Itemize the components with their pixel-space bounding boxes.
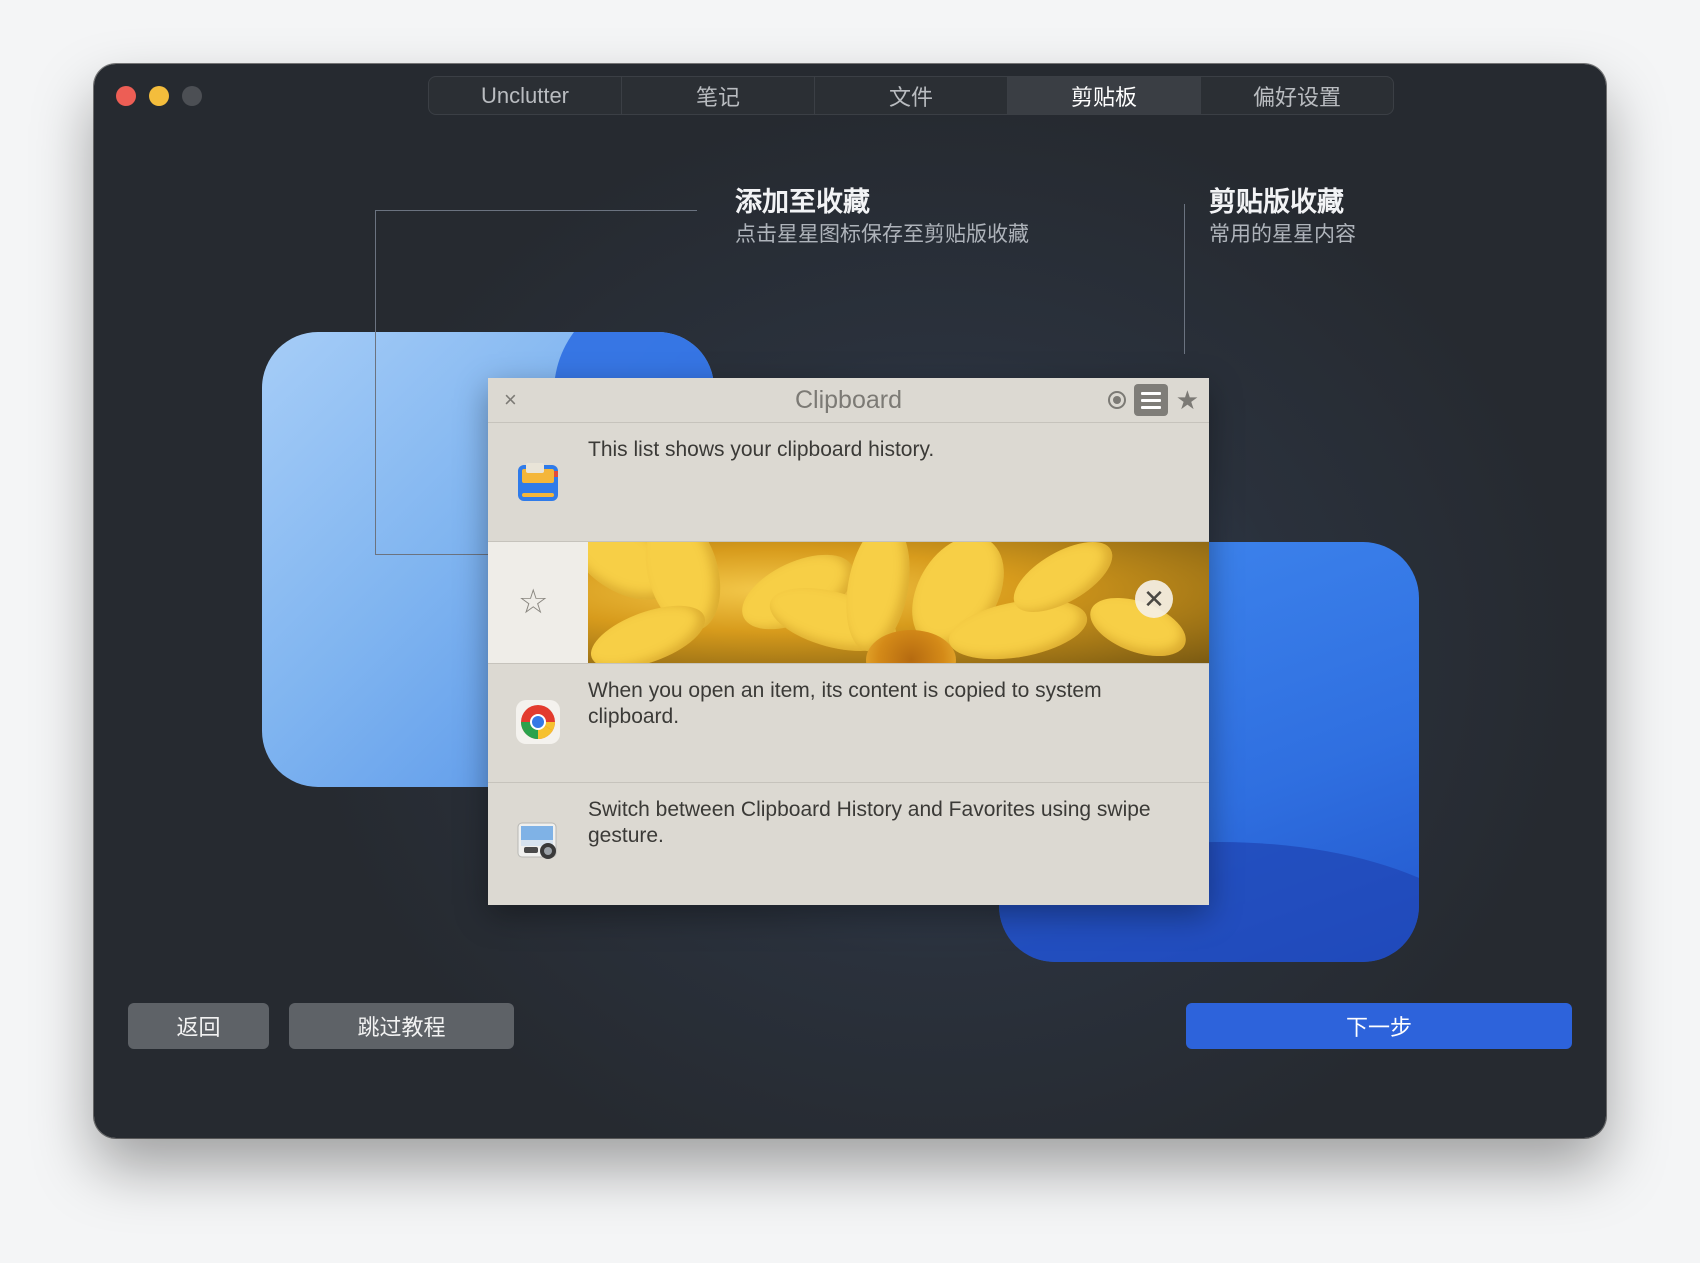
clipboard-header: × Clipboard ★ [488,378,1209,423]
list-item[interactable]: When you open an item, its content is co… [488,664,1209,783]
target-icon[interactable] [1107,391,1126,409]
tab-notes[interactable]: 笔记 [622,77,815,114]
callout-line-right [1184,204,1185,354]
clipboard-app-icon [518,463,558,501]
tab-unclutter[interactable]: Unclutter [429,77,622,114]
next-button[interactable]: 下一步 [1186,1003,1572,1049]
tab-bar: Unclutter 笔记 文件 剪贴板 偏好设置 [428,76,1394,115]
image-list-item[interactable]: ☆ ✕ [488,542,1209,664]
window-maximize-button[interactable] [182,86,202,106]
list-item[interactable]: Switch between Clipboard History and Fav… [488,783,1209,901]
callout-line-top [375,210,697,211]
window-close-button[interactable] [116,86,136,106]
favorites-add-subtitle: 点击星星图标保存至剪贴版收藏 [735,223,1029,246]
tab-files[interactable]: 文件 [815,77,1008,114]
list-item-text: When you open an item, its content is co… [588,679,1102,728]
clipboard-panel: × Clipboard ★ This list shows your clipb… [488,378,1209,905]
remove-item-icon[interactable]: ✕ [1135,580,1173,618]
clipboard-title: Clipboard [794,385,902,414]
back-button[interactable]: 返回 [128,1003,269,1049]
star-outline-icon[interactable]: ☆ [518,582,548,622]
flower-image [588,542,1209,663]
tab-preferences[interactable]: 偏好设置 [1201,77,1393,114]
list-item-text: Switch between Clipboard History and Fav… [588,798,1151,847]
favorites-add-title: 添加至收藏 [735,187,870,217]
star-icon[interactable]: ★ [1176,387,1199,413]
list-item[interactable]: This list shows your clipboard history. [488,423,1209,542]
favorites-title: 剪贴版收藏 [1209,187,1344,217]
tab-clipboard[interactable]: 剪贴板 [1008,77,1201,114]
list-icon[interactable] [1133,384,1168,416]
chrome-icon [516,700,560,744]
preview-icon [517,822,557,859]
callout-line-bottom [375,554,501,555]
window-minimize-button[interactable] [149,86,169,106]
callout-line-vertical [375,210,376,554]
favorites-subtitle: 常用的星星内容 [1209,223,1356,246]
close-icon[interactable]: × [504,387,517,413]
skip-tutorial-button[interactable]: 跳过教程 [289,1003,514,1049]
list-item-text: This list shows your clipboard history. [588,438,935,461]
tutorial-window: Unclutter 笔记 文件 剪贴板 偏好设置 添加至收藏 点击星星图标保存至… [94,64,1606,1138]
header-icons: ★ [1107,384,1199,416]
